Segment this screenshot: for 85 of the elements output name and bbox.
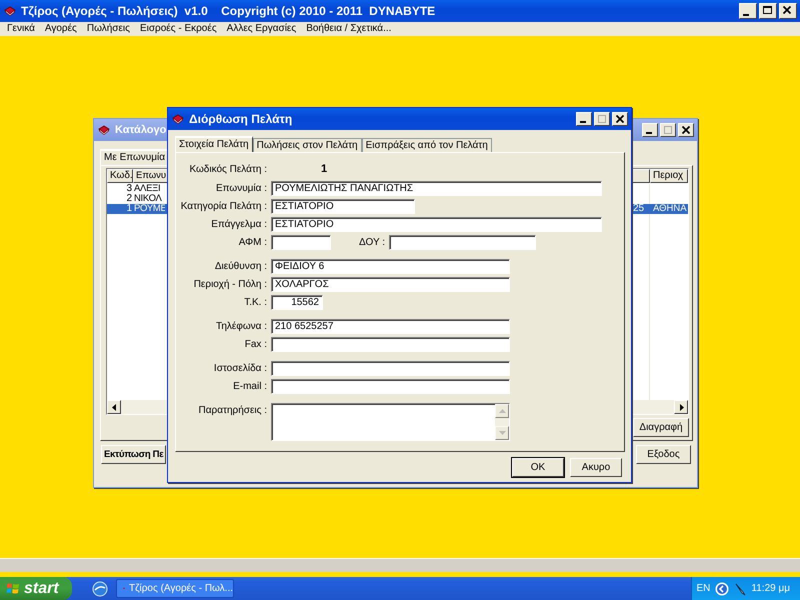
window-title: Διόρθωση Πελάτη bbox=[189, 111, 294, 128]
window-title: Τζίρος (Αγορές - Πωλήσεις) v1.0 Copyright (c) 2010 - 2011 DYNABYTE bbox=[21, 3, 436, 20]
exit-button[interactable]: Εξοδος bbox=[636, 445, 691, 464]
minimize-button[interactable] bbox=[642, 123, 658, 137]
close-icon bbox=[616, 115, 624, 123]
field-label: Παρατηρήσεις : bbox=[198, 404, 267, 418]
text-field[interactable]: 15562 bbox=[271, 294, 323, 310]
tab[interactable]: Στοιχεία Πελάτη bbox=[175, 136, 253, 152]
list-cell[interactable]: 3 bbox=[107, 184, 133, 194]
text-field[interactable] bbox=[389, 234, 536, 250]
minimize-button[interactable] bbox=[739, 3, 757, 19]
close-button[interactable] bbox=[779, 3, 797, 19]
book-icon bbox=[4, 6, 16, 16]
close-button[interactable] bbox=[678, 123, 694, 137]
windows-logo-icon bbox=[6, 582, 20, 595]
dialog-button[interactable]: Ακυρο bbox=[570, 458, 622, 477]
text-field[interactable]: ΕΣΤΙΑΤΟΡΙΟ bbox=[271, 216, 602, 232]
scroll-left-button[interactable] bbox=[107, 400, 121, 414]
up-arrow-icon bbox=[499, 408, 506, 412]
clock: 11:29 μμ bbox=[751, 582, 790, 596]
dialog-button[interactable]: OK bbox=[512, 458, 564, 477]
text-area[interactable] bbox=[271, 402, 510, 440]
maximize-button[interactable] bbox=[759, 3, 777, 19]
taskbar-button[interactable]: Τζίρος (Αγορές - Πωλ... bbox=[116, 579, 234, 598]
close-icon bbox=[682, 126, 690, 134]
menu-item[interactable]: Αγορές bbox=[40, 22, 82, 36]
text-field[interactable] bbox=[271, 360, 510, 376]
scroll-up-button[interactable] bbox=[495, 404, 509, 418]
list-cell[interactable]: ΑΛΕΞΙ bbox=[133, 184, 165, 194]
minimize-button[interactable] bbox=[576, 112, 592, 126]
text-field[interactable]: ΧΟΛΑΡΓΟΣ bbox=[271, 276, 510, 292]
field-label: Fax : bbox=[244, 338, 267, 352]
text-field[interactable]: 210 6525257 bbox=[271, 318, 510, 334]
menu-item[interactable]: Αλλες Εργασίες bbox=[222, 22, 302, 36]
field-label: Τηλέφωνα : bbox=[214, 320, 267, 334]
right-arrow-icon bbox=[680, 404, 684, 411]
field-label: Περιοχή - Πόλη : bbox=[192, 278, 267, 292]
field-label: ΑΦΜ : bbox=[238, 236, 267, 250]
book-icon bbox=[172, 114, 184, 124]
close-icon bbox=[783, 6, 791, 14]
text-field[interactable]: ΦΕΙΔΙΟΥ 6 bbox=[271, 258, 510, 274]
tab[interactable]: Με Επωνυμία bbox=[100, 149, 170, 165]
book-icon bbox=[98, 124, 110, 136]
delete-button[interactable]: Διαγραφή bbox=[633, 418, 689, 437]
text-field[interactable] bbox=[271, 378, 510, 394]
column-header[interactable]: Κωδ. bbox=[107, 169, 133, 183]
down-arrow-icon bbox=[499, 430, 506, 434]
text-field[interactable]: ΕΣΤΙΑΤΟΡΙΟ bbox=[271, 198, 415, 214]
menu-item[interactable]: Γενικά bbox=[2, 22, 40, 36]
list-cell[interactable]: ΝΙΚΟΛ bbox=[133, 194, 165, 204]
text-field[interactable]: ΡΟΥΜΕΛΙΩΤΗΣ ΠΑΝΑΓΙΩΤΗΣ bbox=[271, 180, 602, 196]
print-button[interactable]: Εκτύπωση Πε bbox=[101, 445, 166, 464]
left-arrow-icon bbox=[112, 404, 116, 411]
scroll-down-button[interactable] bbox=[495, 426, 509, 440]
vertical-scrollbar[interactable] bbox=[495, 404, 509, 440]
field-label: ΔΟΥ : bbox=[358, 236, 385, 250]
window-title: Κατάλογο bbox=[115, 122, 168, 138]
column-header[interactable]: Περιοχ bbox=[650, 169, 688, 183]
chevron-icon bbox=[715, 582, 730, 596]
field-label: Ιστοσελίδα : bbox=[212, 362, 267, 376]
tab[interactable]: Εισπράξεις από τον Πελάτη bbox=[362, 138, 492, 152]
menu-item[interactable]: Εισροές - Εκροές bbox=[134, 22, 222, 36]
menu-item[interactable]: Πωλήσεις bbox=[82, 22, 135, 36]
field-label: Επάγγελμα : bbox=[210, 218, 267, 232]
menu-item[interactable]: Βοήθεια / Σχετικά... bbox=[301, 22, 396, 36]
maximize-button[interactable] bbox=[594, 112, 610, 126]
close-button[interactable] bbox=[612, 112, 628, 126]
list-cell[interactable]: 2 bbox=[107, 194, 133, 204]
field-label: Κωδικός Πελάτη : bbox=[188, 162, 267, 177]
field-label: Επωνυμία : bbox=[214, 182, 267, 196]
pen-icon bbox=[734, 582, 746, 596]
list-cell[interactable]: ΑΘΗΝΑ bbox=[650, 204, 688, 214]
text-field[interactable] bbox=[271, 336, 510, 352]
field-label: Κατηγορία Πελάτη : bbox=[180, 200, 267, 214]
tab[interactable]: Πωλήσεις στον Πελάτη bbox=[252, 138, 362, 152]
list-cell[interactable]: 1 bbox=[107, 204, 133, 214]
list-cell[interactable]: ΡΟΥΜΕ bbox=[133, 204, 165, 214]
scroll-right-button[interactable] bbox=[674, 400, 688, 414]
list-cell[interactable]: 25 bbox=[632, 204, 650, 214]
maximize-button[interactable] bbox=[660, 123, 676, 137]
field-label: Τ.Κ. : bbox=[243, 296, 267, 310]
field-label: Διεύθυνση : bbox=[214, 260, 267, 274]
field-value: 1 bbox=[321, 162, 328, 177]
text-field[interactable] bbox=[271, 234, 331, 250]
field-label: E-mail : bbox=[232, 380, 267, 394]
